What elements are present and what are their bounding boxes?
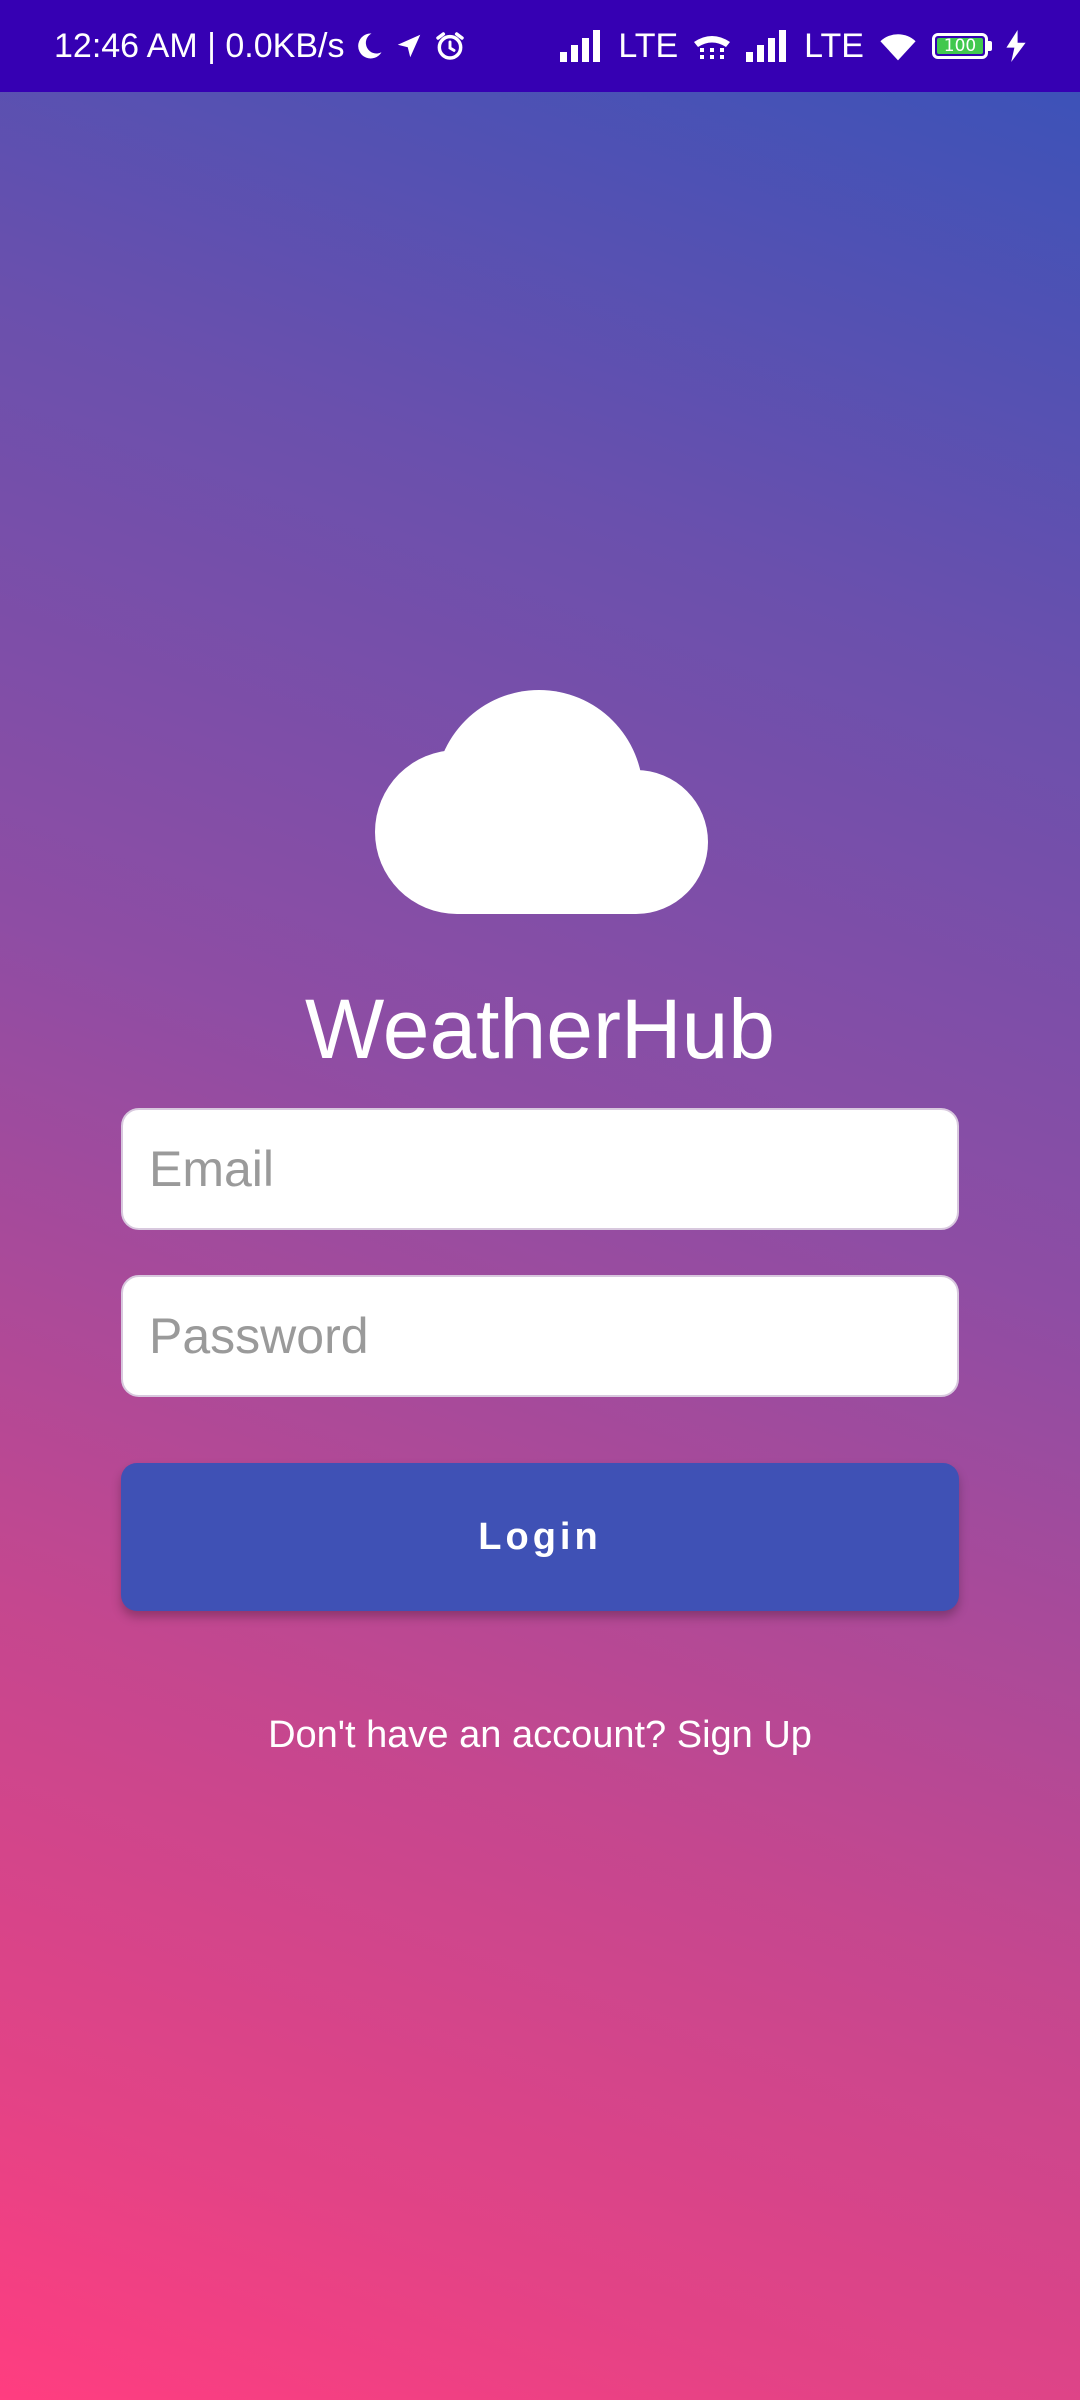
lte-label: LTE	[618, 26, 679, 65]
alarm-icon	[434, 30, 466, 62]
volte-icon	[692, 30, 732, 62]
moon-icon	[354, 31, 384, 61]
login-button[interactable]: Login	[121, 1463, 959, 1611]
battery-body: 100	[932, 33, 988, 59]
signal-icon	[746, 30, 790, 62]
battery-icon: 100	[932, 33, 992, 59]
cloud-icon	[375, 690, 708, 914]
app-title: WeatherHub	[304, 982, 776, 1076]
login-screen: WeatherHub	[0, 92, 1080, 2400]
signal-icon	[560, 30, 604, 62]
charging-icon	[1006, 30, 1026, 62]
lte-label: LTE	[804, 26, 864, 65]
status-right: LTE LTE 100	[560, 27, 1026, 66]
location-arrow-icon	[394, 31, 424, 61]
status-bar: 12:46 AM | 0.0KB/s LTE LTE 100	[0, 0, 1080, 92]
email-field[interactable]	[121, 1108, 959, 1230]
status-time-network: 12:46 AM | 0.0KB/s	[54, 26, 345, 65]
battery-level: 100	[937, 38, 983, 55]
signup-link[interactable]: Don't have an account? Sign Up	[0, 1710, 1080, 1760]
wifi-icon	[878, 30, 918, 62]
status-left: 12:46 AM | 0.0KB/s	[54, 27, 466, 66]
battery-cap	[988, 41, 992, 51]
password-field[interactable]	[121, 1275, 959, 1397]
